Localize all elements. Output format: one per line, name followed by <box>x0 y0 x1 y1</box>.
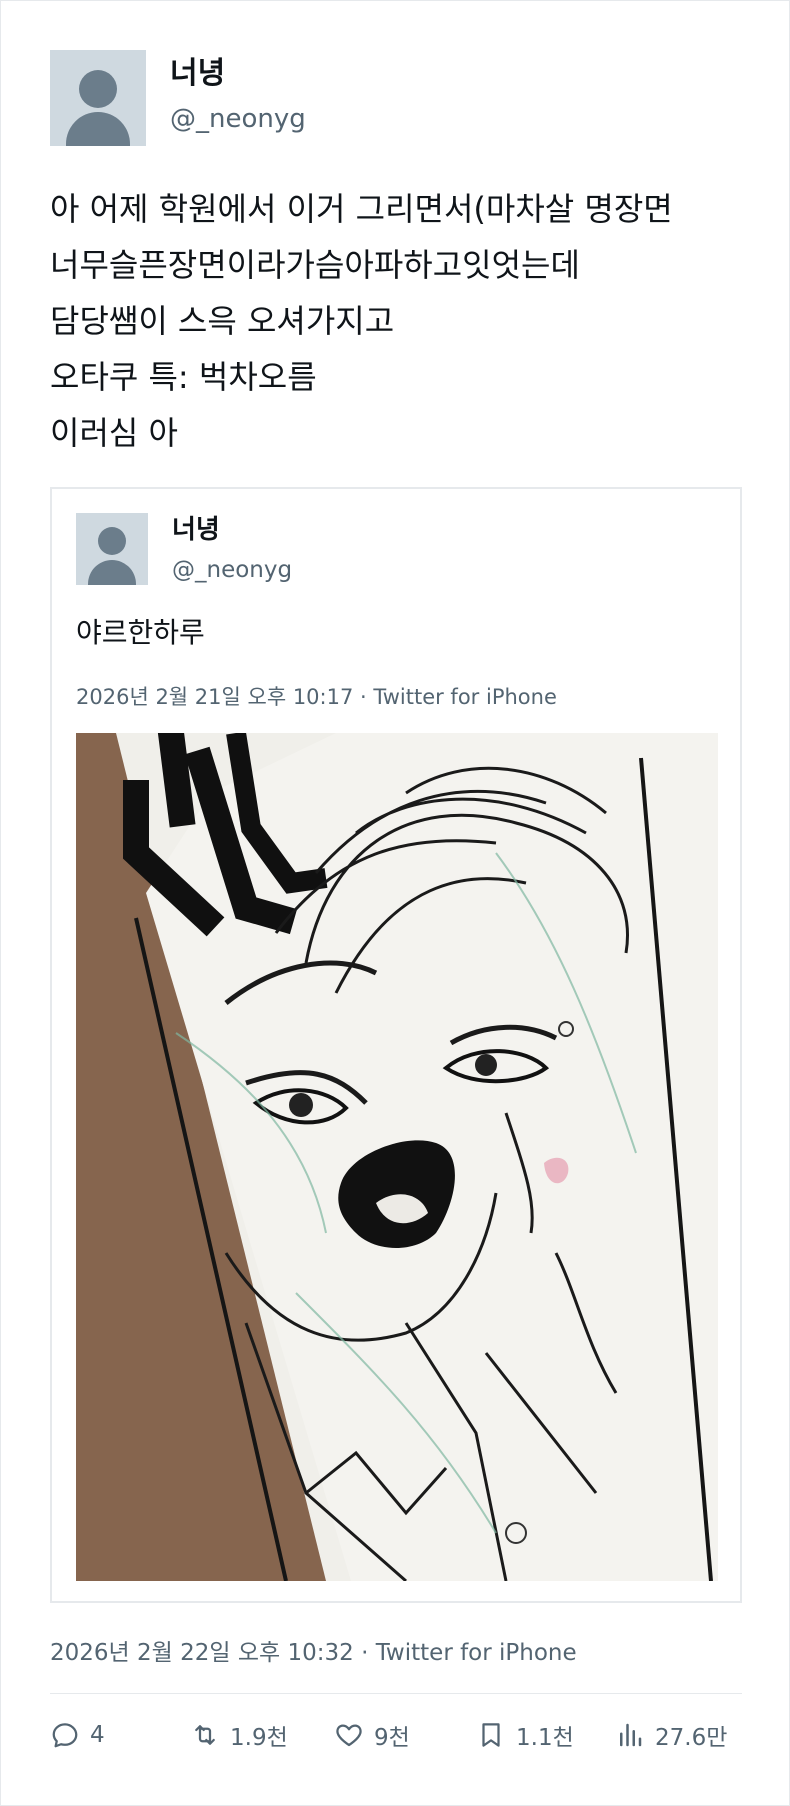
quoted-tweet-text: 야르한하루 <box>76 616 205 649</box>
tweet-card: 너녕 @_neonyg 아 어제 학원에서 이거 그리면서(마차살 명장면 너무… <box>0 0 790 1806</box>
avatar-head-shape <box>98 527 126 555</box>
quoted-author-avatar[interactable] <box>76 513 148 585</box>
retweet-icon <box>195 1725 215 1745</box>
tweet-text-line: 오타쿠 특: 벅차오름 <box>50 358 317 396</box>
reply-button[interactable]: 4 <box>50 1713 105 1757</box>
tweet-text-line: 너무슬픈장면이라가슴아파하고잇엇는데 <box>50 246 580 284</box>
reply-icon <box>52 1723 78 1748</box>
tweet-timestamp[interactable]: 2026년 2월 22일 오후 10:32 · Twitter for iPho… <box>50 1633 577 1667</box>
avatar-body-shape <box>88 560 136 585</box>
quoted-author-names: 너녕 @_neonyg <box>172 513 292 585</box>
views-count: 27.6만 <box>655 1725 728 1751</box>
author-avatar[interactable] <box>50 50 146 146</box>
tweet-text-line: 아 어제 학원에서 이거 그리면서(마차살 명장면 <box>50 190 673 228</box>
quoted-tweet[interactable]: 너녕 @_neonyg 야르한하루 2026년 2월 21일 오후 10:17 … <box>50 487 742 1603</box>
quoted-tweet-image[interactable] <box>76 733 718 1581</box>
views-button[interactable]: 27.6만 <box>615 1713 727 1757</box>
author-display-name[interactable]: 너녕 <box>170 54 306 94</box>
author-handle[interactable]: @_neonyg <box>170 102 306 136</box>
tweet-header: 너녕 @_neonyg <box>50 50 306 146</box>
author-names: 너녕 @_neonyg <box>170 50 306 136</box>
bookmark-count: 1.1천 <box>516 1725 574 1751</box>
like-count: 9천 <box>374 1725 410 1751</box>
quoted-tweet-timestamp[interactable]: 2026년 2월 21일 오후 10:17 · Twitter for iPho… <box>76 681 557 711</box>
reply-count: 4 <box>90 1722 105 1748</box>
tweet-text-line: 이러심 아 <box>50 414 178 452</box>
divider <box>50 1693 742 1694</box>
retweet-count: 1.9천 <box>230 1725 288 1751</box>
bookmark-icon <box>482 1723 500 1747</box>
retweet-button[interactable]: 1.9천 <box>190 1713 288 1757</box>
tweet-text-line: 담당쌤이 스윽 오셔가지고 <box>50 302 395 340</box>
action-bar: 4 1.9천 9천 1.1천 27.6만 <box>50 1713 742 1757</box>
quoted-author-handle[interactable]: @_neonyg <box>172 555 292 585</box>
avatar-body-shape <box>66 112 130 146</box>
quoted-author-display-name[interactable]: 너녕 <box>172 513 292 547</box>
tweet-text: 아 어제 학원에서 이거 그리면서(마차살 명장면 너무슬픈장면이라가슴아파하고… <box>50 181 750 461</box>
bookmark-button[interactable]: 1.1천 <box>476 1713 574 1757</box>
quoted-tweet-header: 너녕 @_neonyg <box>76 513 292 585</box>
heart-icon <box>336 1724 362 1747</box>
views-icon <box>620 1723 642 1747</box>
like-button[interactable]: 9천 <box>334 1713 410 1757</box>
avatar-head-shape <box>79 70 117 108</box>
manga-sketch-illustration <box>76 733 718 1581</box>
